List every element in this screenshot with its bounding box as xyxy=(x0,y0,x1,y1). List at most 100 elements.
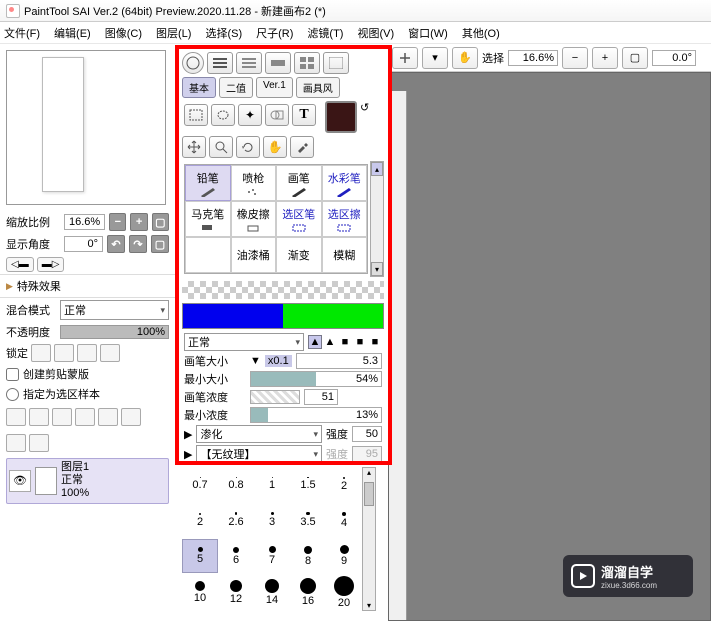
clip-mask-checkbox[interactable] xyxy=(6,368,19,381)
hand-icon[interactable]: ✋ xyxy=(452,47,478,69)
dot-0-0[interactable]: 0.7 xyxy=(182,467,218,501)
menu-other[interactable]: 其他(O) xyxy=(462,25,500,41)
dot-2-0[interactable]: 5 xyxy=(182,539,218,573)
rotate-reset-btn[interactable]: ▢ xyxy=(151,235,169,253)
color-wheel-icon[interactable] xyxy=(182,52,204,74)
mindens-slider[interactable]: 13% xyxy=(250,407,382,423)
menu-ruler[interactable]: 尺子(R) xyxy=(256,25,293,41)
zoom-value[interactable]: 16.6% xyxy=(64,214,105,230)
dot-3-0[interactable]: 10 xyxy=(182,575,218,609)
flip-h-icon[interactable]: ◁▬ xyxy=(6,257,34,272)
swap-colors-icon[interactable]: ↺ xyxy=(360,101,369,114)
dot-0-1[interactable]: 0.8 xyxy=(218,467,254,501)
shape-icon[interactable] xyxy=(265,104,289,126)
dot-1-3[interactable]: 3.5 xyxy=(290,503,326,537)
merge-icon[interactable] xyxy=(121,408,141,426)
dot-1-2[interactable]: 3 xyxy=(254,503,290,537)
rotate-ccw-btn[interactable]: ↶ xyxy=(107,235,125,253)
tip-tri1-icon[interactable]: ▲ xyxy=(308,335,322,349)
brush-eraser[interactable]: 橡皮擦 xyxy=(231,201,277,237)
brush-pencil[interactable]: 铅笔 xyxy=(185,165,231,201)
delete-icon[interactable] xyxy=(29,434,49,452)
hand-tool-icon[interactable]: ✋ xyxy=(263,136,287,158)
zoom-field[interactable]: 16.6% xyxy=(508,50,558,66)
brush-watercolor[interactable]: 水彩笔 xyxy=(322,165,368,201)
zoom-reset-btn[interactable]: ▢ xyxy=(152,213,169,231)
menu-edit[interactable]: 编辑(E) xyxy=(54,25,91,41)
angle-field[interactable]: 0.0° xyxy=(652,50,696,66)
menu-window[interactable]: 窗口(W) xyxy=(408,25,448,41)
scroll-up-icon[interactable]: ▴ xyxy=(371,162,383,176)
fit-icon[interactable]: ▢ xyxy=(622,47,648,69)
magic-wand-icon[interactable]: ✦ xyxy=(238,104,262,126)
zoom-out-btn[interactable]: − xyxy=(109,213,126,231)
eyedropper-icon[interactable] xyxy=(290,136,314,158)
brush-airbrush[interactable]: 喷枪 xyxy=(231,165,277,201)
tab-binary[interactable]: 二值 xyxy=(219,77,253,98)
rotate-icon[interactable] xyxy=(236,136,260,158)
lock-pixel-icon[interactable] xyxy=(54,344,74,362)
rotate-cw-btn[interactable]: ↷ xyxy=(129,235,147,253)
texture-select[interactable]: 【无纹理】 xyxy=(196,445,322,463)
effects-header[interactable]: 特殊效果 xyxy=(0,274,175,298)
size-expander-icon[interactable]: ▼ xyxy=(250,355,261,367)
blend-expander-icon[interactable]: ▶ xyxy=(184,428,192,441)
density-value[interactable]: 51 xyxy=(304,389,338,405)
menu-layer[interactable]: 图层(L) xyxy=(156,25,191,41)
new-layer-icon[interactable] xyxy=(6,408,26,426)
new-folder-icon[interactable] xyxy=(52,408,72,426)
stabilizer-icon[interactable] xyxy=(392,47,418,69)
tip-tri2-icon[interactable]: ▲ xyxy=(323,335,337,349)
menu-filter[interactable]: 滤镜(T) xyxy=(307,25,343,41)
brush-empty[interactable] xyxy=(185,237,231,273)
tab-style[interactable]: 画具风 xyxy=(296,77,340,98)
dropdown-icon[interactable]: ▾ xyxy=(422,47,448,69)
blend-mode-select[interactable]: 正常 xyxy=(60,300,169,320)
blend-str-value[interactable]: 50 xyxy=(352,426,382,442)
layer-item[interactable]: 👁 图层1 正常 100% xyxy=(6,458,169,504)
clear-icon[interactable] xyxy=(6,434,26,452)
rect-select-icon[interactable] xyxy=(184,104,208,126)
dot-2-1[interactable]: 6 xyxy=(218,539,254,573)
menu-image[interactable]: 图像(C) xyxy=(105,25,142,41)
dot-2-3[interactable]: 8 xyxy=(290,539,326,573)
canvas-area[interactable] xyxy=(388,72,711,621)
dot-3-2[interactable]: 14 xyxy=(254,575,290,609)
hsv-slider-icon[interactable] xyxy=(236,52,262,74)
dot-scrollbar[interactable] xyxy=(362,467,376,611)
dot-1-0[interactable]: 2 xyxy=(182,503,218,537)
zoom-in-btn[interactable]: + xyxy=(130,213,147,231)
lock-alpha-icon[interactable] xyxy=(100,344,120,362)
zoom-out-icon[interactable]: − xyxy=(562,47,588,69)
move-icon[interactable] xyxy=(182,136,206,158)
brush-marker[interactable]: 马克笔 xyxy=(185,201,231,237)
brush-gradient[interactable]: 渐变 xyxy=(276,237,322,273)
tab-ver1[interactable]: Ver.1 xyxy=(256,77,293,98)
transfer-icon[interactable] xyxy=(98,408,118,426)
brush-selpen[interactable]: 选区笔 xyxy=(276,201,322,237)
dot-0-2[interactable]: 1 xyxy=(254,467,290,501)
texture-expander-icon[interactable]: ▶ xyxy=(184,448,192,461)
gray-slider-icon[interactable] xyxy=(265,52,291,74)
minsize-slider[interactable]: 54% xyxy=(250,371,382,387)
color-swatch[interactable] xyxy=(325,101,357,133)
rotate-value[interactable]: 0° xyxy=(64,236,103,252)
dot-3-4[interactable]: 20 xyxy=(326,575,362,609)
flip-v-icon[interactable]: ▬▷ xyxy=(37,257,65,272)
lasso-icon[interactable] xyxy=(211,104,235,126)
dot-3-1[interactable]: 12 xyxy=(218,575,254,609)
tab-base[interactable]: 基本 xyxy=(182,77,216,98)
new-vector-icon[interactable] xyxy=(29,408,49,426)
rgb-slider-icon[interactable] xyxy=(207,52,233,74)
dot-1-4[interactable]: 4 xyxy=(326,503,362,537)
add-mask-icon[interactable] xyxy=(75,408,95,426)
brush-mode-select[interactable]: 正常 xyxy=(184,333,304,351)
dot-0-3[interactable]: 1.5 xyxy=(290,467,326,501)
blend-select[interactable]: 渗化 xyxy=(196,425,322,443)
tip-sq3-icon[interactable]: ■ xyxy=(368,335,382,349)
text-icon[interactable]: T xyxy=(292,104,316,126)
dot-2-4[interactable]: 9 xyxy=(326,539,362,573)
tip-sq1-icon[interactable]: ■ xyxy=(338,335,352,349)
scroll-down-icon[interactable]: ▾ xyxy=(371,262,383,276)
scratchpad-icon[interactable] xyxy=(323,52,349,74)
